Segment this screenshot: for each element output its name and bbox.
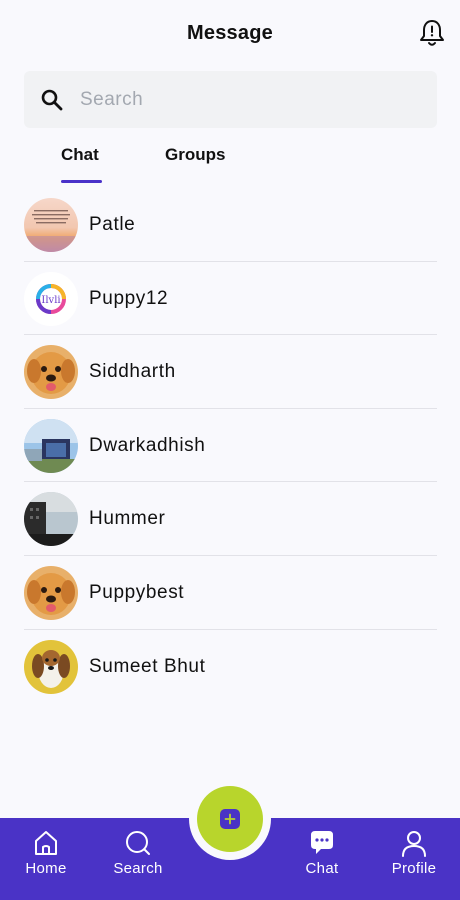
chat-name: Sumeet Bhut xyxy=(89,655,206,677)
beagle-image xyxy=(24,639,78,694)
chat-list-item[interactable]: Sumeet Bhut xyxy=(24,630,437,704)
nav-search[interactable]: Search xyxy=(103,828,173,888)
page-title: Message xyxy=(187,22,273,44)
sunset-quote-image xyxy=(24,198,78,252)
chat-list-item[interactable]: Dwarkadhish xyxy=(24,409,437,483)
tab-groups-label: Groups xyxy=(165,145,226,164)
golden-puppy-image xyxy=(24,565,78,620)
search-icon xyxy=(126,831,150,855)
chat-list: Patle Ilvli Puppy12 Siddharth Dwarkadhis… xyxy=(24,188,437,703)
bell-icon[interactable] xyxy=(418,18,446,48)
avatar xyxy=(24,418,78,473)
nav-search-label: Search xyxy=(113,860,163,877)
chat-list-item[interactable]: Ilvli Puppy12 xyxy=(24,262,437,336)
chat-list-item[interactable]: Hummer xyxy=(24,482,437,556)
chat-list-item[interactable]: Puppybest xyxy=(24,556,437,630)
tab-chat-label: Chat xyxy=(61,145,99,164)
chat-name: Puppybest xyxy=(89,581,185,603)
avatar: Ilvli xyxy=(24,271,78,326)
golden-puppy-image xyxy=(24,345,78,400)
tab-groups[interactable]: Groups xyxy=(165,140,235,184)
chat-list-item[interactable]: Siddharth xyxy=(24,335,437,409)
colorful-logo-image: Ilvli xyxy=(24,271,78,326)
chat-name: Hummer xyxy=(89,508,166,530)
avatar xyxy=(24,639,78,694)
search-icon xyxy=(40,88,64,112)
nav-chat[interactable]: Chat xyxy=(287,828,357,888)
building-sky-image xyxy=(24,492,78,547)
chat-list-item[interactable]: Patle xyxy=(24,188,437,262)
tab-chat[interactable]: Chat xyxy=(61,140,103,184)
search-input[interactable] xyxy=(80,71,420,128)
nav-home-label: Home xyxy=(25,860,67,877)
chat-bubble-icon xyxy=(311,831,333,854)
new-chat-button[interactable] xyxy=(197,786,263,852)
tab-bar: Chat Groups xyxy=(0,140,460,186)
avatar xyxy=(24,492,78,547)
avatar xyxy=(24,198,78,252)
user-icon xyxy=(402,831,426,857)
avatar xyxy=(24,565,78,620)
active-tab-indicator xyxy=(61,180,102,183)
nav-home[interactable]: Home xyxy=(11,828,81,888)
home-icon xyxy=(35,831,57,855)
app-header: Message xyxy=(0,0,460,68)
chat-name: Puppy12 xyxy=(89,287,169,309)
svg-text:Ilvli: Ilvli xyxy=(41,295,60,306)
search-bar[interactable] xyxy=(24,71,437,128)
sky-photo-image xyxy=(24,418,78,473)
nav-chat-label: Chat xyxy=(305,860,339,877)
avatar xyxy=(24,345,78,400)
chat-name: Siddharth xyxy=(89,361,176,383)
nav-profile[interactable]: Profile xyxy=(379,828,449,888)
nav-profile-label: Profile xyxy=(391,860,437,877)
chat-name: Dwarkadhish xyxy=(89,434,206,456)
plus-icon xyxy=(220,809,240,829)
chat-name: Patle xyxy=(89,214,136,235)
